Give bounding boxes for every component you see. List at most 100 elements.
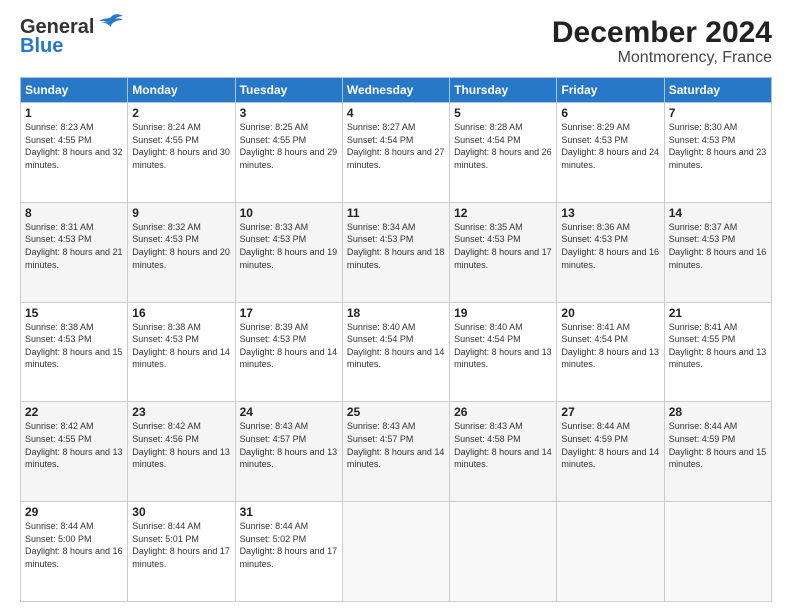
calendar-cell: 26Sunrise: 8:43 AMSunset: 4:58 PMDayligh… <box>450 402 557 502</box>
day-number: 2 <box>132 106 230 120</box>
calendar-cell: 17Sunrise: 8:39 AMSunset: 4:53 PMDayligh… <box>235 302 342 402</box>
col-monday: Monday <box>128 78 235 103</box>
day-info: Sunrise: 8:30 AMSunset: 4:53 PMDaylight:… <box>669 121 767 171</box>
day-number: 9 <box>132 206 230 220</box>
day-info: Sunrise: 8:38 AMSunset: 4:53 PMDaylight:… <box>25 321 123 371</box>
day-info: Sunrise: 8:28 AMSunset: 4:54 PMDaylight:… <box>454 121 552 171</box>
calendar-cell: 10Sunrise: 8:33 AMSunset: 4:53 PMDayligh… <box>235 202 342 302</box>
calendar-cell <box>664 502 771 602</box>
calendar-week-row: 29Sunrise: 8:44 AMSunset: 5:00 PMDayligh… <box>21 502 772 602</box>
location-title: Montmorency, France <box>552 49 772 67</box>
day-number: 26 <box>454 405 552 419</box>
calendar-cell: 24Sunrise: 8:43 AMSunset: 4:57 PMDayligh… <box>235 402 342 502</box>
calendar-week-row: 15Sunrise: 8:38 AMSunset: 4:53 PMDayligh… <box>21 302 772 402</box>
day-number: 23 <box>132 405 230 419</box>
calendar-cell: 5Sunrise: 8:28 AMSunset: 4:54 PMDaylight… <box>450 103 557 203</box>
col-sunday: Sunday <box>21 78 128 103</box>
calendar-cell: 6Sunrise: 8:29 AMSunset: 4:53 PMDaylight… <box>557 103 664 203</box>
day-info: Sunrise: 8:44 AMSunset: 5:01 PMDaylight:… <box>132 520 230 570</box>
day-number: 13 <box>561 206 659 220</box>
calendar-cell <box>450 502 557 602</box>
day-info: Sunrise: 8:31 AMSunset: 4:53 PMDaylight:… <box>25 221 123 271</box>
calendar-week-row: 22Sunrise: 8:42 AMSunset: 4:55 PMDayligh… <box>21 402 772 502</box>
calendar-cell: 22Sunrise: 8:42 AMSunset: 4:55 PMDayligh… <box>21 402 128 502</box>
calendar-cell: 18Sunrise: 8:40 AMSunset: 4:54 PMDayligh… <box>342 302 449 402</box>
calendar-cell: 31Sunrise: 8:44 AMSunset: 5:02 PMDayligh… <box>235 502 342 602</box>
calendar-cell: 16Sunrise: 8:38 AMSunset: 4:53 PMDayligh… <box>128 302 235 402</box>
calendar-cell: 3Sunrise: 8:25 AMSunset: 4:55 PMDaylight… <box>235 103 342 203</box>
day-number: 30 <box>132 505 230 519</box>
day-number: 11 <box>347 206 445 220</box>
header: General Blue December 2024 Montmorency, … <box>20 16 772 67</box>
col-thursday: Thursday <box>450 78 557 103</box>
day-number: 24 <box>240 405 338 419</box>
calendar-cell <box>557 502 664 602</box>
calendar-cell: 11Sunrise: 8:34 AMSunset: 4:53 PMDayligh… <box>342 202 449 302</box>
day-info: Sunrise: 8:43 AMSunset: 4:58 PMDaylight:… <box>454 420 552 470</box>
day-info: Sunrise: 8:24 AMSunset: 4:55 PMDaylight:… <box>132 121 230 171</box>
day-info: Sunrise: 8:27 AMSunset: 4:54 PMDaylight:… <box>347 121 445 171</box>
calendar-cell: 30Sunrise: 8:44 AMSunset: 5:01 PMDayligh… <box>128 502 235 602</box>
calendar-cell: 23Sunrise: 8:42 AMSunset: 4:56 PMDayligh… <box>128 402 235 502</box>
logo-blue: Blue <box>20 35 125 58</box>
day-info: Sunrise: 8:32 AMSunset: 4:53 PMDaylight:… <box>132 221 230 271</box>
calendar-header-row: Sunday Monday Tuesday Wednesday Thursday… <box>21 78 772 103</box>
calendar-week-row: 1Sunrise: 8:23 AMSunset: 4:55 PMDaylight… <box>21 103 772 203</box>
calendar-cell: 15Sunrise: 8:38 AMSunset: 4:53 PMDayligh… <box>21 302 128 402</box>
day-number: 22 <box>25 405 123 419</box>
day-info: Sunrise: 8:42 AMSunset: 4:55 PMDaylight:… <box>25 420 123 470</box>
day-number: 15 <box>25 306 123 320</box>
day-info: Sunrise: 8:42 AMSunset: 4:56 PMDaylight:… <box>132 420 230 470</box>
day-number: 28 <box>669 405 767 419</box>
calendar-cell: 8Sunrise: 8:31 AMSunset: 4:53 PMDaylight… <box>21 202 128 302</box>
day-info: Sunrise: 8:44 AMSunset: 4:59 PMDaylight:… <box>561 420 659 470</box>
calendar-cell: 14Sunrise: 8:37 AMSunset: 4:53 PMDayligh… <box>664 202 771 302</box>
logo: General Blue <box>20 16 125 58</box>
day-info: Sunrise: 8:44 AMSunset: 4:59 PMDaylight:… <box>669 420 767 470</box>
day-number: 21 <box>669 306 767 320</box>
day-info: Sunrise: 8:37 AMSunset: 4:53 PMDaylight:… <box>669 221 767 271</box>
calendar-cell: 19Sunrise: 8:40 AMSunset: 4:54 PMDayligh… <box>450 302 557 402</box>
calendar-cell: 1Sunrise: 8:23 AMSunset: 4:55 PMDaylight… <box>21 103 128 203</box>
day-number: 25 <box>347 405 445 419</box>
calendar-cell: 12Sunrise: 8:35 AMSunset: 4:53 PMDayligh… <box>450 202 557 302</box>
day-number: 16 <box>132 306 230 320</box>
day-info: Sunrise: 8:23 AMSunset: 4:55 PMDaylight:… <box>25 121 123 171</box>
day-info: Sunrise: 8:34 AMSunset: 4:53 PMDaylight:… <box>347 221 445 271</box>
day-info: Sunrise: 8:43 AMSunset: 4:57 PMDaylight:… <box>240 420 338 470</box>
calendar-cell: 28Sunrise: 8:44 AMSunset: 4:59 PMDayligh… <box>664 402 771 502</box>
day-number: 17 <box>240 306 338 320</box>
logo-bird-icon <box>97 13 125 35</box>
day-number: 10 <box>240 206 338 220</box>
calendar-cell: 7Sunrise: 8:30 AMSunset: 4:53 PMDaylight… <box>664 103 771 203</box>
day-number: 31 <box>240 505 338 519</box>
day-number: 6 <box>561 106 659 120</box>
col-wednesday: Wednesday <box>342 78 449 103</box>
col-saturday: Saturday <box>664 78 771 103</box>
month-title: December 2024 <box>552 16 772 49</box>
day-info: Sunrise: 8:35 AMSunset: 4:53 PMDaylight:… <box>454 221 552 271</box>
calendar-cell: 4Sunrise: 8:27 AMSunset: 4:54 PMDaylight… <box>342 103 449 203</box>
day-info: Sunrise: 8:39 AMSunset: 4:53 PMDaylight:… <box>240 321 338 371</box>
day-info: Sunrise: 8:33 AMSunset: 4:53 PMDaylight:… <box>240 221 338 271</box>
calendar-cell: 9Sunrise: 8:32 AMSunset: 4:53 PMDaylight… <box>128 202 235 302</box>
day-number: 5 <box>454 106 552 120</box>
day-number: 3 <box>240 106 338 120</box>
col-friday: Friday <box>557 78 664 103</box>
day-number: 20 <box>561 306 659 320</box>
day-info: Sunrise: 8:38 AMSunset: 4:53 PMDaylight:… <box>132 321 230 371</box>
calendar-cell: 29Sunrise: 8:44 AMSunset: 5:00 PMDayligh… <box>21 502 128 602</box>
calendar-cell: 13Sunrise: 8:36 AMSunset: 4:53 PMDayligh… <box>557 202 664 302</box>
day-info: Sunrise: 8:41 AMSunset: 4:55 PMDaylight:… <box>669 321 767 371</box>
day-info: Sunrise: 8:29 AMSunset: 4:53 PMDaylight:… <box>561 121 659 171</box>
day-number: 14 <box>669 206 767 220</box>
calendar-cell: 21Sunrise: 8:41 AMSunset: 4:55 PMDayligh… <box>664 302 771 402</box>
day-info: Sunrise: 8:43 AMSunset: 4:57 PMDaylight:… <box>347 420 445 470</box>
calendar-cell <box>342 502 449 602</box>
day-info: Sunrise: 8:40 AMSunset: 4:54 PMDaylight:… <box>347 321 445 371</box>
calendar-cell: 20Sunrise: 8:41 AMSunset: 4:54 PMDayligh… <box>557 302 664 402</box>
day-number: 18 <box>347 306 445 320</box>
calendar-week-row: 8Sunrise: 8:31 AMSunset: 4:53 PMDaylight… <box>21 202 772 302</box>
day-info: Sunrise: 8:36 AMSunset: 4:53 PMDaylight:… <box>561 221 659 271</box>
calendar-cell: 2Sunrise: 8:24 AMSunset: 4:55 PMDaylight… <box>128 103 235 203</box>
